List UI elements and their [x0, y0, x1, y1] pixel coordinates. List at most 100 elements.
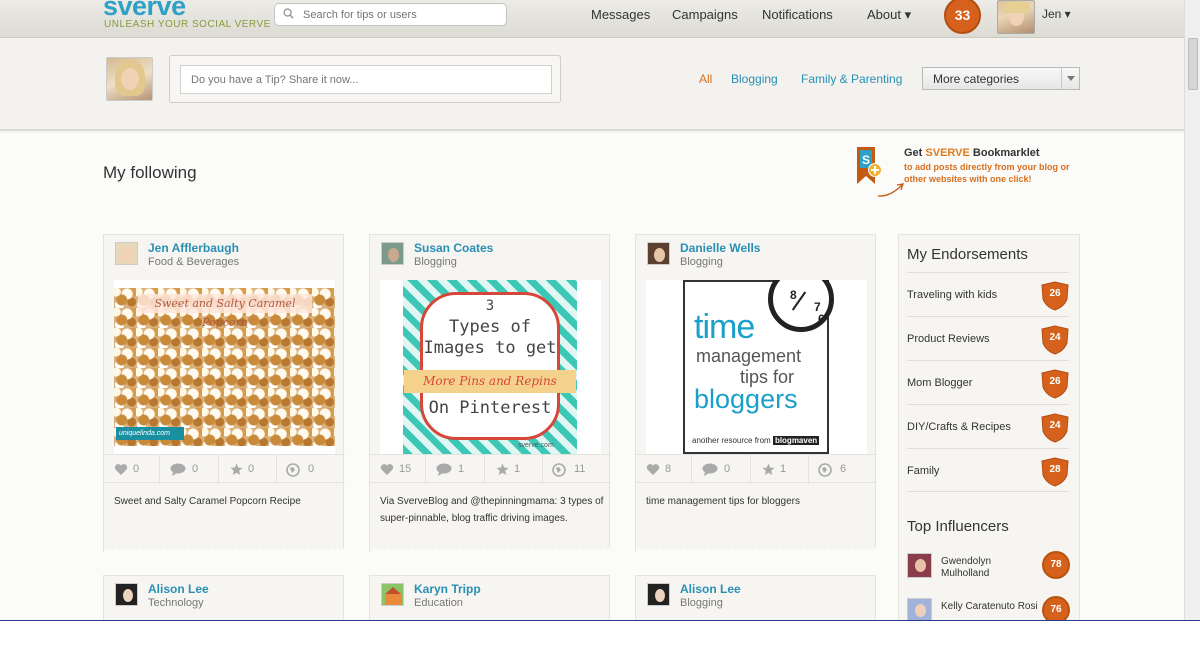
category-blogging[interactable]: Blogging — [731, 72, 778, 86]
comment-stat[interactable]: 0 — [702, 455, 757, 484]
image-caption: Sweet and Salty Caramel Popcorn — [138, 294, 312, 329]
bookmarklet-title[interactable]: Get SVERVE Bookmarklet — [904, 147, 1040, 159]
influencer-avatar[interactable] — [907, 553, 932, 578]
author-category: Education — [414, 597, 463, 609]
endorsement-item[interactable]: DIY/Crafts & Recipes 24 — [907, 404, 1069, 448]
star-icon — [762, 463, 775, 475]
image-watermark: uniquelinda.com — [116, 427, 184, 440]
author-avatar[interactable] — [115, 583, 138, 606]
author-avatar[interactable] — [381, 583, 404, 606]
window-edge — [0, 620, 1200, 621]
more-categories-select[interactable]: More categories — [922, 67, 1080, 90]
endorsements-title: My Endorsements — [907, 246, 1028, 263]
top-navigation-bar: sverve UNLEASH YOUR SOCIAL VERVE Message… — [0, 0, 1184, 38]
like-stat[interactable]: 15 — [380, 455, 435, 484]
influencer-item[interactable]: Kelly Caratenuto Rosi 76 — [907, 596, 1073, 620]
tip-composer — [169, 55, 561, 103]
logo-tagline: UNLEASH YOUR SOCIAL VERVE — [104, 19, 271, 30]
influencer-score-badge: 78 — [1042, 551, 1070, 579]
user-menu-name[interactable]: Jen ▾ — [1042, 7, 1071, 21]
tip-card[interactable]: Karyn Tripp Education — [369, 575, 610, 620]
influencer-name[interactable]: Gwendolyn Mulholland — [941, 556, 1041, 580]
endorsement-item[interactable]: Product Reviews 24 — [907, 316, 1069, 360]
search-input[interactable] — [303, 6, 498, 23]
author-category: Blogging — [680, 597, 723, 609]
like-stat[interactable]: 8 — [646, 455, 701, 484]
composer-avatar — [106, 57, 153, 101]
bookmark-icon[interactable]: S — [856, 146, 882, 186]
search-icon — [283, 8, 294, 19]
image-text: More Pins and Repins — [404, 370, 576, 393]
tip-card[interactable]: Alison Lee Blogging — [635, 575, 876, 620]
share-stat[interactable]: 11 — [552, 455, 607, 484]
author-name[interactable]: Susan Coates — [414, 241, 493, 255]
card-stats: 8 0 1 6 — [636, 454, 877, 484]
share-stat[interactable]: 6 — [818, 455, 873, 484]
image-text: time — [694, 308, 755, 346]
vertical-scrollbar[interactable] — [1184, 0, 1200, 620]
comment-icon — [436, 463, 452, 476]
endorsement-item[interactable]: Family 28 — [907, 448, 1069, 492]
comment-stat[interactable]: 0 — [170, 455, 225, 484]
image-text: bloggers — [694, 384, 798, 414]
image-watermark: sverve.com — [518, 442, 554, 449]
tip-image[interactable]: 8 7 6 time management tips for bloggers … — [646, 280, 867, 454]
bookmarklet-subtitle: to add posts directly from your blog or … — [904, 162, 1070, 184]
author-avatar[interactable] — [115, 242, 138, 265]
card-edge — [370, 546, 611, 552]
influencer-item[interactable]: Gwendolyn Mulholland 78 — [907, 551, 1073, 593]
image-footer: another resource from blogmaven — [692, 436, 820, 445]
tip-description: Via SverveBlog and @thepinningmama: 3 ty… — [380, 496, 604, 524]
tip-input[interactable] — [180, 65, 552, 94]
nav-about-dropdown[interactable]: About ▾ — [867, 7, 911, 23]
tip-description: time management tips for bloggers — [646, 496, 800, 507]
comment-icon — [702, 463, 718, 476]
tip-image[interactable]: 3 Types of Images to get More Pins and R… — [380, 280, 601, 454]
author-avatar[interactable] — [647, 242, 670, 265]
shield-badge-icon: 26 — [1040, 369, 1070, 399]
scrollbar-thumb[interactable] — [1188, 38, 1198, 90]
tip-card[interactable]: Susan Coates Blogging 3 Types of Images … — [369, 234, 611, 552]
card-edge — [104, 546, 345, 552]
influencer-score-badge: 76 — [1042, 596, 1070, 620]
author-name[interactable]: Karyn Tripp — [414, 582, 481, 596]
comment-stat[interactable]: 1 — [436, 455, 491, 484]
main-content: My following S Get SVERVE Bookmarklet to… — [0, 133, 1184, 620]
svg-text:S: S — [862, 153, 870, 167]
tip-card[interactable]: Danielle Wells Blogging 8 7 6 time manag… — [635, 234, 877, 552]
author-name[interactable]: Alison Lee — [680, 582, 741, 596]
heart-icon — [380, 464, 394, 475]
comment-icon — [170, 463, 186, 476]
share-stat[interactable]: 0 — [286, 455, 341, 484]
notification-count-badge[interactable]: 33 — [944, 0, 981, 34]
nav-notifications[interactable]: Notifications — [762, 7, 833, 22]
page-title: My following — [103, 163, 197, 182]
endorsement-item[interactable]: Mom Blogger 26 — [907, 360, 1069, 404]
tip-description: Sweet and Salty Caramel Popcorn Recipe — [114, 496, 301, 507]
like-stat[interactable]: 0 — [114, 455, 169, 484]
influencer-avatar[interactable] — [907, 598, 932, 620]
author-name[interactable]: Danielle Wells — [680, 241, 760, 255]
search-box[interactable] — [274, 3, 507, 26]
author-name[interactable]: Jen Afflerbaugh — [148, 241, 239, 255]
star-icon — [230, 463, 243, 475]
endorsement-item[interactable]: Traveling with kids 26 — [907, 272, 1069, 316]
shield-badge-icon: 26 — [1040, 281, 1070, 311]
user-avatar[interactable] — [997, 0, 1035, 34]
author-avatar[interactable] — [381, 242, 404, 265]
nav-campaigns[interactable]: Campaigns — [672, 7, 738, 22]
author-name[interactable]: Alison Lee — [148, 582, 209, 596]
card-stats: 0 0 0 0 — [104, 454, 345, 484]
tip-card[interactable]: Alison Lee Technology — [103, 575, 344, 620]
right-sidebar: My Endorsements Traveling with kids 26 P… — [898, 234, 1080, 620]
curved-arrow-icon — [877, 183, 904, 197]
author-category: Blogging — [414, 256, 457, 268]
category-family-parenting[interactable]: Family & Parenting — [801, 72, 902, 86]
tip-card[interactable]: Jen Afflerbaugh Food & Beverages Sweet a… — [103, 234, 345, 552]
more-categories-label: More categories — [933, 72, 1020, 86]
category-all[interactable]: All — [699, 72, 712, 86]
author-avatar[interactable] — [647, 583, 670, 606]
influencer-name[interactable]: Kelly Caratenuto Rosi — [941, 601, 1041, 613]
nav-messages[interactable]: Messages — [591, 7, 650, 22]
tip-image[interactable]: Sweet and Salty Caramel Popcorn uniqueli… — [114, 280, 335, 454]
